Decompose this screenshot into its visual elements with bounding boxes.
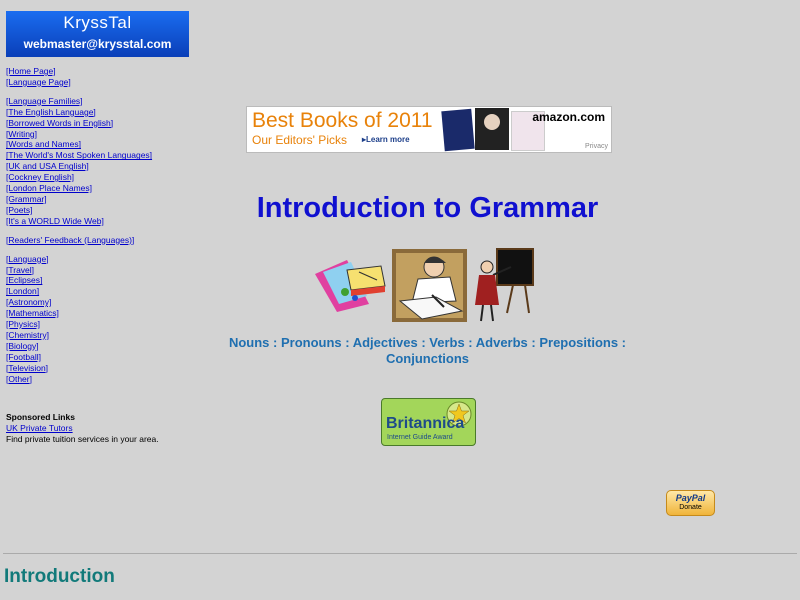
nav-link[interactable]: [Cockney English] <box>6 172 152 183</box>
nav-link[interactable]: [Words and Names] <box>6 139 152 150</box>
britannica-award-text: Internet Guide Award <box>387 434 453 441</box>
book-cover-image <box>441 108 475 152</box>
nav-link[interactable]: [Astronomy] <box>6 297 152 308</box>
nav-link[interactable]: [Biology] <box>6 341 152 352</box>
section-heading-introduction: Introduction <box>4 566 115 587</box>
nav-link[interactable]: [Eclipses] <box>6 275 152 286</box>
nav-link[interactable]: [Language] <box>6 254 152 265</box>
nav-link[interactable]: [London] <box>6 286 152 297</box>
nav-link[interactable]: [Television] <box>6 363 152 374</box>
sponsored-links: Sponsored Links UK Private Tutors Find p… <box>6 412 159 445</box>
section-divider <box>3 553 797 554</box>
nav-link-language-page[interactable]: [Language Page] <box>6 77 152 88</box>
paypal-logo: PayPal <box>675 493 706 503</box>
nav-link-feedback[interactable]: [Readers' Feedback (Languages)] <box>6 235 152 246</box>
nav-link-home[interactable]: [Home Page] <box>6 66 152 77</box>
nav-group-language-topics: [Language Families] [The English Languag… <box>6 96 152 227</box>
student-writing-clipart-icon <box>392 249 467 322</box>
britannica-award-badge[interactable]: Britannica Internet Guide Award <box>381 398 476 446</box>
side-navigation: [Home Page] [Language Page] [Language Fa… <box>6 66 152 392</box>
nav-link[interactable]: [It's a WORLD Wide Web] <box>6 216 152 227</box>
sponsored-heading: Sponsored Links <box>6 412 75 422</box>
ad-headline: Best Books of 2011 <box>252 109 433 132</box>
parts-of-speech-links[interactable]: Nouns : Pronouns : Adjectives : Verbs : … <box>205 335 650 367</box>
nav-group-main: [Home Page] [Language Page] <box>6 66 152 88</box>
books-clipart-icon <box>315 260 386 312</box>
nav-link[interactable]: [The World's Most Spoken Languages] <box>6 150 152 161</box>
nav-link[interactable]: [Mathematics] <box>6 308 152 319</box>
nav-link[interactable]: [Borrowed Words in English] <box>6 118 152 129</box>
nav-link[interactable]: [Writing] <box>6 129 152 140</box>
donate-label: Donate <box>679 504 702 511</box>
nav-link[interactable]: [Football] <box>6 352 152 363</box>
nav-link[interactable]: [Chemistry] <box>6 330 152 341</box>
nav-link[interactable]: [UK and USA English] <box>6 161 152 172</box>
nav-group-feedback: [Readers' Feedback (Languages)] <box>6 235 152 246</box>
nav-link[interactable]: [Poets] <box>6 205 152 216</box>
nav-link[interactable]: [Travel] <box>6 265 152 276</box>
book-cover-image <box>475 108 509 150</box>
logo-email[interactable]: webmaster@krysstal.com <box>6 35 189 53</box>
logo-name: KryssTal <box>63 13 132 32</box>
nav-link[interactable]: [The English Language] <box>6 107 152 118</box>
britannica-name: Britannica <box>386 415 465 432</box>
teacher-blackboard-clipart-icon <box>475 248 534 322</box>
nav-group-site-sections: [Language] [Travel] [Eclipses] [London] … <box>6 254 152 385</box>
nav-link[interactable]: [Other] <box>6 374 152 385</box>
nav-link[interactable]: [Language Families] <box>6 96 152 107</box>
site-logo[interactable]: KryssTal webmaster@krysstal.com <box>6 11 189 57</box>
nav-link-grammar[interactable]: [Grammar] <box>6 194 152 205</box>
amazon-ad-banner[interactable]: Best Books of 2011 Our Editors' Picks ▸L… <box>246 106 612 153</box>
ad-privacy-link[interactable]: Privacy <box>585 143 608 150</box>
paypal-donate-button[interactable]: PayPal Donate <box>666 490 715 516</box>
sponsored-description: Find private tuition services in your ar… <box>6 434 159 444</box>
ad-learn-more-link[interactable]: ▸Learn more <box>362 135 410 144</box>
nav-link[interactable]: [Physics] <box>6 319 152 330</box>
sponsored-link[interactable]: UK Private Tutors <box>6 423 73 433</box>
page-title: Introduction to Grammar <box>256 192 599 224</box>
amazon-logo: amazon.com <box>532 110 605 124</box>
ad-subline: Our Editors' Picks <box>252 133 347 147</box>
nav-link[interactable]: [London Place Names] <box>6 183 152 194</box>
